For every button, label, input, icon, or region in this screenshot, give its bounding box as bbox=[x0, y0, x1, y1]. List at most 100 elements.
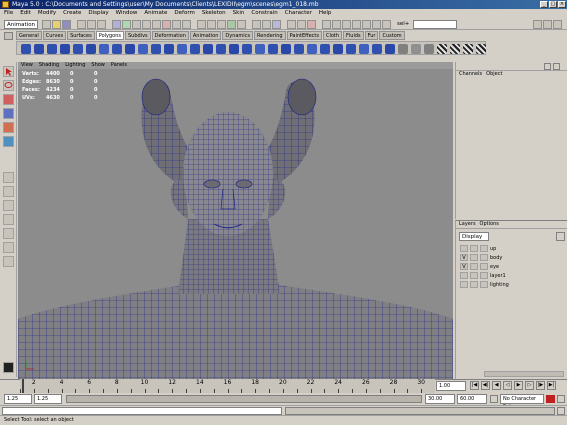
save-scene-icon[interactable] bbox=[62, 20, 71, 29]
persp-outliner-icon[interactable] bbox=[3, 228, 14, 239]
character-set-arrow-icon[interactable] bbox=[490, 395, 498, 403]
time-slider[interactable]: 2 4 6 8 10 12 14 16 18 20 22 24 26 28 30 bbox=[20, 379, 435, 393]
layer-row-layer1[interactable]: layer1 bbox=[460, 272, 564, 280]
menu-file[interactable]: File bbox=[4, 9, 13, 18]
tab-fluids[interactable]: Fluids bbox=[343, 31, 364, 40]
poly-split-icon[interactable] bbox=[216, 44, 226, 54]
channel-box-attr-icon[interactable] bbox=[553, 63, 560, 70]
menu-deform[interactable]: Deform bbox=[174, 9, 194, 18]
tab-animation[interactable]: Animation bbox=[189, 31, 222, 40]
manipulator-tool-icon[interactable] bbox=[3, 136, 14, 147]
menu-layers[interactable]: Layers bbox=[459, 221, 476, 228]
menu-channels[interactable]: Channels bbox=[459, 71, 482, 78]
component-mode-icon[interactable] bbox=[332, 20, 341, 29]
hypershade-layout-icon[interactable] bbox=[3, 242, 14, 253]
viewport-persp[interactable]: View Shading Lighting Show Panels Verts:… bbox=[18, 62, 453, 379]
ipr-render-icon[interactable] bbox=[297, 20, 306, 29]
open-scene-icon[interactable] bbox=[52, 20, 61, 29]
layer-color-swatch[interactable] bbox=[480, 254, 488, 261]
start-time-field[interactable]: 1.25 bbox=[4, 394, 32, 404]
mask-surfaces-icon[interactable] bbox=[142, 20, 151, 29]
step-forward-key-icon[interactable]: |▶ bbox=[536, 381, 545, 390]
tab-rendering[interactable]: Rendering bbox=[254, 31, 286, 40]
viewport-menu-shading[interactable]: Shading bbox=[39, 62, 59, 69]
snap-curve-icon[interactable] bbox=[207, 20, 216, 29]
menu-skeleton[interactable]: Skeleton bbox=[202, 9, 226, 18]
viewport-menu-view[interactable]: View bbox=[21, 62, 33, 69]
script-editor-icon[interactable] bbox=[3, 362, 14, 373]
menu-character[interactable]: Character bbox=[285, 9, 312, 18]
poly-poke-icon[interactable] bbox=[294, 44, 304, 54]
move-tool-icon[interactable] bbox=[3, 94, 14, 105]
toggle-attribute-editor-icon[interactable] bbox=[543, 20, 552, 29]
poly-boolean-icon[interactable] bbox=[177, 44, 187, 54]
script-editor-button-icon[interactable] bbox=[557, 407, 565, 415]
auto-key-icon[interactable] bbox=[546, 395, 555, 403]
tab-custom[interactable]: Custom bbox=[379, 31, 405, 40]
graph-editor-layout-icon[interactable] bbox=[3, 256, 14, 267]
tab-general[interactable]: General bbox=[16, 31, 42, 40]
menu-edit[interactable]: Edit bbox=[20, 9, 31, 18]
tab-surfaces[interactable]: Surfaces bbox=[67, 31, 95, 40]
mask-rendering-icon[interactable] bbox=[172, 20, 181, 29]
layer-playback-toggle[interactable] bbox=[470, 272, 478, 279]
uv-cylindrical-icon[interactable] bbox=[411, 44, 421, 54]
playback-end-field[interactable]: 30.00 bbox=[425, 394, 455, 404]
menu-skin[interactable]: Skin bbox=[233, 9, 245, 18]
selection-type-icon[interactable] bbox=[382, 20, 391, 29]
render-globals-icon[interactable] bbox=[307, 20, 316, 29]
tab-polygons[interactable]: Polygons bbox=[95, 31, 124, 40]
layer-color-swatch[interactable] bbox=[480, 272, 488, 279]
toggle-channel-box-icon[interactable] bbox=[533, 20, 542, 29]
rotate-tool-icon[interactable] bbox=[3, 108, 14, 119]
scale-tool-icon[interactable] bbox=[3, 122, 14, 133]
go-to-end-icon[interactable]: ▶| bbox=[547, 381, 556, 390]
layer-row-lighting[interactable]: lighting bbox=[460, 281, 564, 289]
snap-view-plane-icon[interactable] bbox=[227, 20, 236, 29]
poly-collapse-icon[interactable] bbox=[307, 44, 317, 54]
layer-playback-toggle[interactable] bbox=[470, 254, 478, 261]
character-set-field[interactable]: No Character Set bbox=[500, 394, 544, 410]
layer-visibility-toggle[interactable] bbox=[460, 272, 468, 279]
poly-cleanup-icon[interactable] bbox=[359, 44, 369, 54]
history-output-icon[interactable] bbox=[262, 20, 271, 29]
layer-visibility-toggle[interactable]: V bbox=[460, 254, 468, 261]
lock-selection-icon[interactable] bbox=[352, 20, 361, 29]
layer-playback-toggle[interactable] bbox=[470, 263, 478, 270]
poly-plane-icon[interactable] bbox=[73, 44, 83, 54]
poly-cylinder-icon[interactable] bbox=[47, 44, 57, 54]
menu-options[interactable]: Options bbox=[480, 221, 499, 228]
layer-row-body[interactable]: V body bbox=[460, 254, 564, 262]
channel-box-layout-icon[interactable] bbox=[544, 63, 551, 70]
new-scene-icon[interactable] bbox=[42, 20, 51, 29]
poly-smooth-icon[interactable] bbox=[138, 44, 148, 54]
poly-reduce-icon[interactable] bbox=[151, 44, 161, 54]
step-forward-frame-icon[interactable]: ▷ bbox=[525, 381, 534, 390]
tab-cloth[interactable]: Cloth bbox=[322, 31, 343, 40]
tab-deformation[interactable]: Deformation bbox=[151, 31, 189, 40]
step-back-key-icon[interactable]: ◀| bbox=[481, 381, 490, 390]
new-layer-icon[interactable] bbox=[556, 232, 565, 241]
viewport-menu-panels[interactable]: Panels bbox=[111, 62, 127, 69]
four-pane-icon[interactable] bbox=[3, 186, 14, 197]
mask-dynamics-icon[interactable] bbox=[162, 20, 171, 29]
quick-select-icon[interactable] bbox=[342, 20, 351, 29]
poly-append-icon[interactable] bbox=[372, 44, 382, 54]
go-to-start-icon[interactable]: |◀ bbox=[470, 381, 479, 390]
menu-window[interactable]: Window bbox=[116, 9, 138, 18]
snap-point-icon[interactable] bbox=[217, 20, 226, 29]
side-by-side-icon[interactable] bbox=[3, 200, 14, 211]
tab-fur[interactable]: Fur bbox=[364, 31, 379, 40]
layer-color-swatch[interactable] bbox=[480, 263, 488, 270]
layer-playback-toggle[interactable] bbox=[470, 245, 478, 252]
mask-handles-icon[interactable] bbox=[112, 20, 121, 29]
single-pane-icon[interactable] bbox=[3, 172, 14, 183]
poly-extrude-edge-icon[interactable] bbox=[203, 44, 213, 54]
tab-painteffects[interactable]: PaintEffects bbox=[286, 31, 322, 40]
selection-mode-icon[interactable] bbox=[322, 20, 331, 29]
make-live-icon[interactable] bbox=[237, 20, 246, 29]
menu-animate[interactable]: Animate bbox=[144, 9, 167, 18]
poly-merge-icon[interactable] bbox=[242, 44, 252, 54]
select-hierarchy-icon[interactable] bbox=[77, 20, 86, 29]
minimize-button[interactable]: _ bbox=[540, 1, 548, 8]
